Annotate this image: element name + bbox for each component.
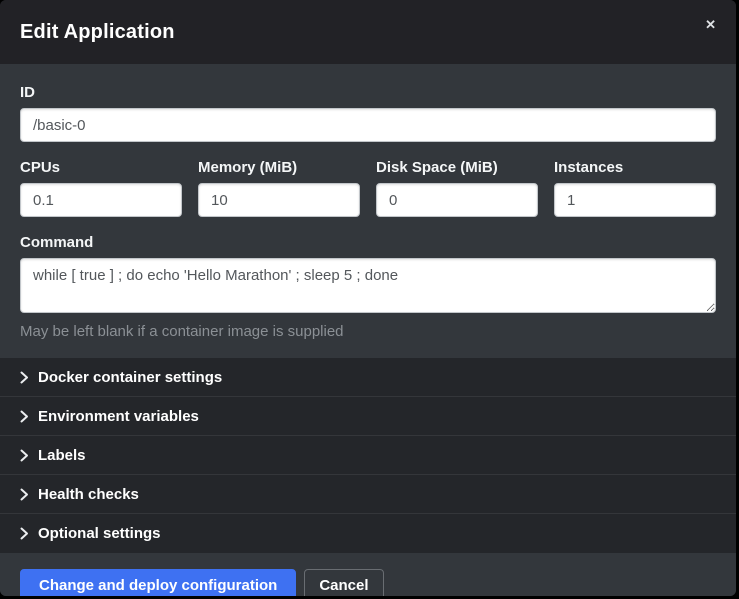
command-label: Command [20,234,716,251]
section-labels[interactable]: Labels [0,436,736,475]
cpus-field-group: CPUs [20,159,182,217]
modal-header: Edit Application ✕ [0,0,736,64]
chevron-right-icon [20,488,29,501]
memory-label: Memory (MiB) [198,159,360,176]
memory-field-group: Memory (MiB) [198,159,360,217]
change-and-deploy-button[interactable]: Change and deploy configuration [20,569,296,596]
chevron-right-icon [20,527,29,540]
instances-field-group: Instances [554,159,716,217]
cpus-label: CPUs [20,159,182,176]
disk-label: Disk Space (MiB) [376,159,538,176]
id-label: ID [20,84,716,101]
modal-footer: Change and deploy configuration Cancel [0,553,736,596]
cpus-input[interactable] [20,183,182,217]
section-health-checks[interactable]: Health checks [0,475,736,514]
cancel-button[interactable]: Cancel [304,569,383,596]
modal-title: Edit Application [20,21,175,44]
accordion-sections: Docker container settings Environment va… [0,358,736,553]
id-input[interactable] [20,108,716,142]
memory-input[interactable] [198,183,360,217]
section-docker-container-settings[interactable]: Docker container settings [0,358,736,397]
chevron-right-icon [20,449,29,462]
instances-label: Instances [554,159,716,176]
chevron-right-icon [20,371,29,384]
section-environment-variables[interactable]: Environment variables [0,397,736,436]
command-textarea[interactable]: while [ true ] ; do echo 'Hello Marathon… [20,258,716,313]
edit-application-modal: Edit Application ✕ ID CPUs Memory (MiB) … [0,0,736,596]
section-optional-settings[interactable]: Optional settings [0,514,736,553]
section-label: Optional settings [38,525,161,542]
resources-row: CPUs Memory (MiB) Disk Space (MiB) Insta… [20,159,716,217]
disk-field-group: Disk Space (MiB) [376,159,538,217]
close-icon[interactable]: ✕ [701,14,720,35]
section-label: Docker container settings [38,369,222,386]
section-label: Labels [38,447,86,464]
id-field-group: ID [20,84,716,142]
command-field-group: Command while [ true ] ; do echo 'Hello … [20,234,716,340]
modal-body: ID CPUs Memory (MiB) Disk Space (MiB) In… [0,64,736,358]
command-help-text: May be left blank if a container image i… [20,323,716,340]
section-label: Environment variables [38,408,199,425]
disk-input[interactable] [376,183,538,217]
instances-input[interactable] [554,183,716,217]
section-label: Health checks [38,486,139,503]
chevron-right-icon [20,410,29,423]
